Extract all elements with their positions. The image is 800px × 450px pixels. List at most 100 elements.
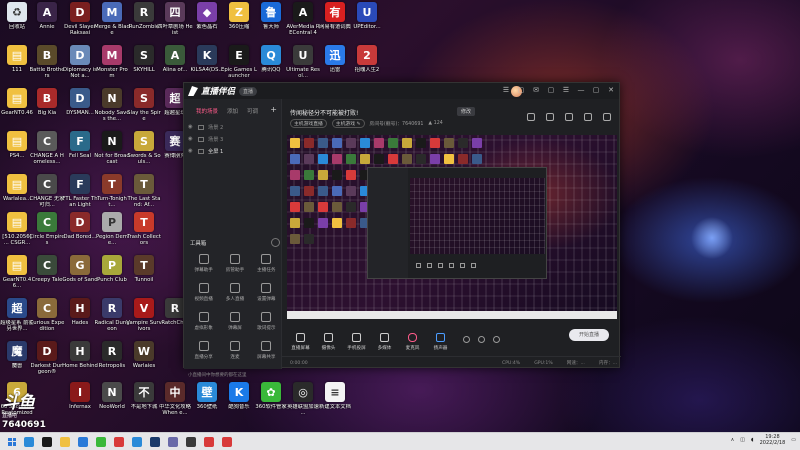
desktop-icon[interactable]: ≡ 新建文本文档 (318, 382, 352, 425)
title-bar-button[interactable]: ✉ (532, 86, 540, 94)
tool-item[interactable]: 多人直播 (219, 283, 250, 302)
room-tool-icon[interactable] (527, 113, 535, 121)
title-bar-button[interactable]: ☰ (562, 86, 570, 94)
source-button[interactable]: 手机投屏 (343, 333, 370, 351)
desktop-icon[interactable]: C CHANGE 无家可归... (30, 174, 65, 217)
desktop-icon[interactable]: R Retropolis (95, 341, 129, 384)
desktop-icon[interactable]: 壁 360壁纸 (190, 382, 224, 425)
tool-item[interactable]: 屏幕共享 (251, 341, 282, 360)
source-button[interactable]: 直播屏幕 (287, 333, 314, 351)
desktop-icon[interactable]: M Monster Prom (95, 45, 129, 88)
desktop-icon[interactable]: C Creepy Tale (30, 255, 64, 298)
tool-item[interactable]: 设置弹幕 (251, 283, 282, 302)
title-bar-button[interactable]: ▢ (517, 86, 525, 94)
left-footer-text[interactable]: 小直播间中你想要的都在这里 (188, 372, 247, 378)
camera-small-icon[interactable] (478, 336, 485, 343)
source-button[interactable]: 多媒体 (371, 333, 398, 351)
desktop-icon[interactable]: ◎ 英雄联盟加速 ... (286, 382, 320, 425)
desktop-icon[interactable]: D Diplomacy is Not a... (63, 45, 97, 88)
taskbar-app-icon[interactable] (60, 436, 70, 447)
desktop-icon[interactable]: D Dad Bored... (63, 212, 97, 255)
taskbar-app-icon[interactable] (186, 436, 196, 447)
tray-expand-icon[interactable]: ∧ (731, 437, 735, 443)
visibility-icon[interactable]: ◉ (188, 124, 194, 130)
room-tool-icon[interactable] (584, 113, 592, 121)
desktop-icon[interactable]: B Big Kia (30, 88, 64, 131)
title-bar-button[interactable]: ▢ (547, 86, 555, 94)
toolbox-toggle-icon[interactable] (271, 238, 280, 247)
room-tool-icon[interactable] (546, 113, 554, 121)
title-bar-button[interactable]: ▢ (592, 86, 600, 94)
live-info-item[interactable]: 主机游戏直播 (290, 119, 327, 128)
desktop-icon[interactable]: G Gods of Sand (62, 255, 98, 298)
desktop-icon[interactable]: ✿ 360软件管家 (254, 382, 288, 425)
edit-title-button[interactable]: 修改 (457, 107, 476, 116)
start-live-button[interactable]: 开始直播 (569, 329, 609, 341)
desktop-icon[interactable]: P Punch Club (95, 255, 129, 298)
desktop-icon[interactable]: N Nobody Saves the... (95, 88, 130, 131)
tool-item[interactable]: 歌词提示 (251, 312, 282, 331)
desktop-icon[interactable]: S SKYHILL (127, 45, 161, 88)
desktop-icon[interactable]: 鲁鲁大师 (254, 2, 288, 45)
stream-preview[interactable] (287, 135, 617, 319)
desktop-icon[interactable]: D Darkest Dungeon® (30, 341, 64, 384)
desktop-icon[interactable]: ◆ 紫色晶石 (190, 2, 224, 45)
desktop-icon[interactable]: 有网易有道词典 (318, 2, 352, 45)
title-bar-button[interactable]: ☰ (502, 86, 510, 94)
desktop-icon[interactable]: 中中华文化攻略When e... (158, 382, 192, 425)
desktop-icon[interactable]: V Vampire Survivors (126, 298, 162, 341)
desktop-icon[interactable]: P Pegion Deme... (95, 212, 129, 255)
desktop-icon[interactable]: D Devil Slayer Raksasi (63, 2, 97, 45)
desktop-icon[interactable]: C Curious Expedition (30, 298, 64, 341)
desktop-icon[interactable]: T Trash Collectors (127, 212, 161, 255)
tool-item[interactable]: 虚拟形象 (188, 312, 219, 331)
settings-small-icon[interactable] (463, 336, 470, 343)
streaming-app-window[interactable]: 直播伴侣 直播 ☰ ▢ ✉ ▢ ☰ — ▢ ✕ 我的场景 添加 可调 + ◉ 场景 2 ◉ 场景 3 ◉ 全… (183, 82, 621, 378)
scene-tab[interactable]: 可调 (247, 107, 258, 115)
desktop-icon[interactable]: Z 360压缩 (222, 2, 256, 45)
desktop-icon[interactable]: A AVerMedia RECentral 4 (286, 2, 320, 45)
clock[interactable]: 19:28 2022/2/18 (760, 434, 786, 446)
desktop-icon[interactable]: 不不是地下城 (127, 382, 161, 425)
room-tool-icon[interactable] (565, 113, 573, 121)
desktop-icon[interactable]: T The Last Stand: Af... (127, 174, 161, 217)
desktop-icon[interactable]: T Turn-Tonight... (95, 174, 129, 217)
desktop-icon[interactable]: D DYSMAN... (63, 88, 97, 131)
desktop-icon[interactable]: M Merge & Blade (94, 2, 130, 45)
volume-icon[interactable]: ◖ (751, 437, 754, 443)
taskbar-app-icon[interactable] (150, 436, 160, 447)
scene-item[interactable]: ◉ 场景 2 (184, 121, 281, 133)
desktop-icon[interactable]: N NeoWorld (95, 382, 129, 425)
desktop-icon[interactable]: R RunZombie (127, 2, 161, 45)
source-button[interactable]: 麦克风 (399, 333, 426, 351)
taskbar-app-icon[interactable] (168, 436, 178, 447)
taskbar-app-icon[interactable] (222, 436, 232, 447)
version-badge[interactable]: 直播 (239, 86, 258, 96)
desktop-icon[interactable]: H Home Behind (62, 341, 98, 384)
desktop-icon[interactable]: 四四叶草剧场 Heist (157, 2, 193, 45)
tool-item[interactable]: 房管助手 (219, 254, 250, 273)
desktop-icon[interactable]: S Slay the Spire (127, 88, 161, 131)
desktop-icon[interactable]: C CHANGE A Homeless... (30, 131, 64, 174)
desktop-icon[interactable]: I Infernax (63, 382, 97, 425)
network-icon[interactable]: ◫ (740, 437, 745, 443)
desktop-icon[interactable]: N Not for Broadcast (94, 131, 130, 174)
live-info-item[interactable]: 主机游戏 ✎ (331, 119, 365, 128)
source-button[interactable]: 扬声器 (427, 333, 454, 351)
title-bar-button[interactable]: ✕ (607, 86, 615, 94)
taskbar-app-icon[interactable] (78, 436, 88, 447)
tool-item[interactable]: 主播任务 (251, 254, 282, 273)
visibility-icon[interactable]: ◉ (188, 148, 194, 154)
tool-item[interactable]: 连麦 (219, 341, 250, 360)
title-bar-button[interactable]: — (577, 86, 585, 94)
desktop-icon[interactable]: U UPEditor... (350, 2, 384, 45)
notification-icon[interactable]: ▭ (791, 437, 796, 443)
desktop-icon[interactable]: C Circle Empires (29, 212, 65, 255)
scene-item[interactable]: ◉ 场景 3 (184, 133, 281, 145)
desktop-icon[interactable]: A Annie (30, 2, 64, 45)
scene-tab[interactable]: 添加 (227, 107, 238, 115)
taskbar-app-icon[interactable] (42, 436, 52, 447)
taskbar-app-icon[interactable] (132, 436, 142, 447)
gear-icon[interactable] (493, 336, 500, 343)
desktop-icon[interactable]: B Battle Brothers (29, 45, 65, 88)
